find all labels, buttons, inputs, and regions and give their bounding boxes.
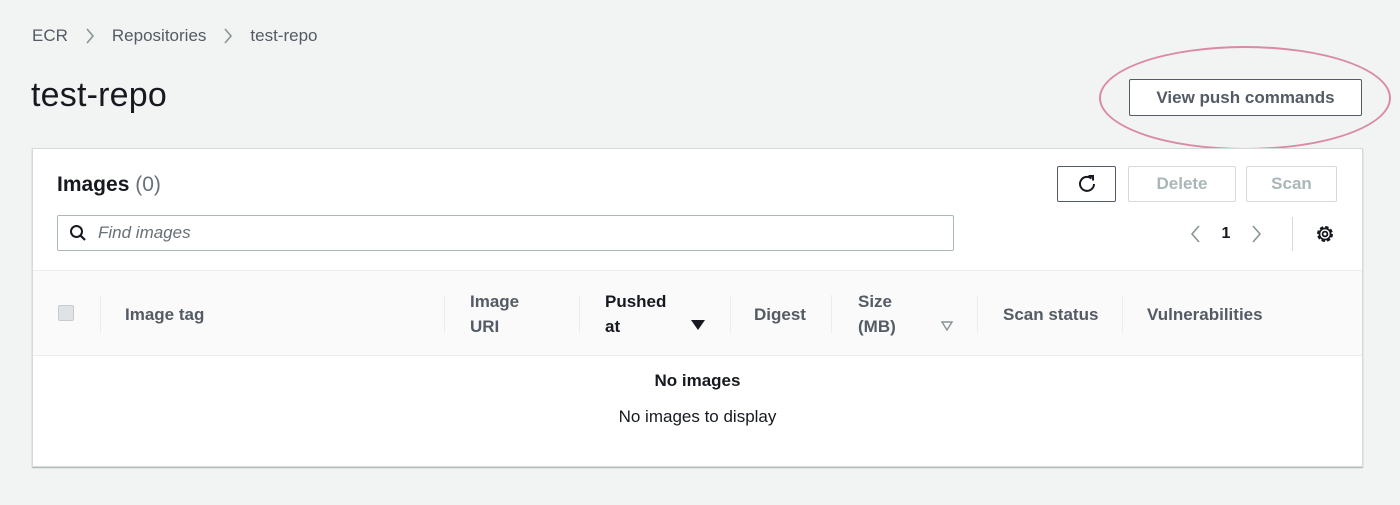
column-divider [444,295,445,333]
column-pushed-at[interactable]: Pushed at [605,271,666,357]
chevron-right-icon[interactable] [1241,224,1273,244]
chevron-right-icon [68,28,112,44]
column-label: Size [858,292,893,311]
column-label: URI [470,317,500,336]
images-panel: Images (0) Delete Scan 1 [32,148,1363,467]
divider [1292,217,1293,251]
page-title: test-repo [31,76,167,114]
pagination: 1 [1179,219,1273,249]
breadcrumb-current: test-repo [250,26,318,45]
empty-state-title: No images [654,371,741,390]
column-label: Scan status [1003,304,1099,324]
view-push-commands-button[interactable]: View push commands [1129,79,1362,116]
column-divider [977,295,978,333]
column-divider [730,295,731,333]
column-image-uri[interactable]: Image URI [470,271,519,357]
column-divider [579,295,580,333]
column-label: Vulnerabilities [1147,304,1263,324]
breadcrumb-repositories[interactable]: Repositories [112,26,207,46]
caret-down-icon[interactable] [691,319,705,331]
column-label: Digest [754,304,806,324]
column-divider [1122,295,1123,333]
column-label: Image [470,292,520,311]
column-vulnerabilities[interactable]: Vulnerabilities [1147,271,1263,357]
scan-button[interactable]: Scan [1246,166,1337,202]
column-digest[interactable]: Digest [754,271,806,357]
chevron-right-icon [206,28,250,44]
column-label: (MB) [858,317,896,336]
breadcrumb: ECR Repositories test-repo [32,24,318,48]
empty-state-message: No images to display [618,407,777,426]
gear-icon[interactable] [1313,222,1337,246]
column-divider [100,295,101,333]
refresh-button[interactable] [1057,166,1116,202]
select-all-checkbox[interactable] [58,305,74,321]
column-label: Image tag [125,304,205,324]
column-divider [831,295,832,333]
column-size[interactable]: Size (MB) [858,271,896,357]
images-panel-title: Images (0) [57,173,161,197]
table-header: Image tag Image URI Pushed at Digest Siz… [33,270,1362,356]
chevron-left-icon[interactable] [1179,224,1211,244]
refresh-icon [1076,173,1098,195]
search-box [57,215,954,251]
caret-down-outline-icon[interactable] [941,321,953,331]
delete-button[interactable]: Delete [1128,166,1236,202]
search-input[interactable] [98,218,953,248]
column-scan-status[interactable]: Scan status [1003,271,1098,357]
search-icon [58,224,98,242]
breadcrumb-ecr[interactable]: ECR [32,26,68,46]
images-count: (0) [135,173,161,196]
column-label: at [605,317,621,336]
column-label: Pushed [605,292,667,311]
panel-title-label: Images [57,173,130,196]
column-image-tag[interactable]: Image tag [125,271,204,357]
current-page-number[interactable]: 1 [1211,225,1241,243]
